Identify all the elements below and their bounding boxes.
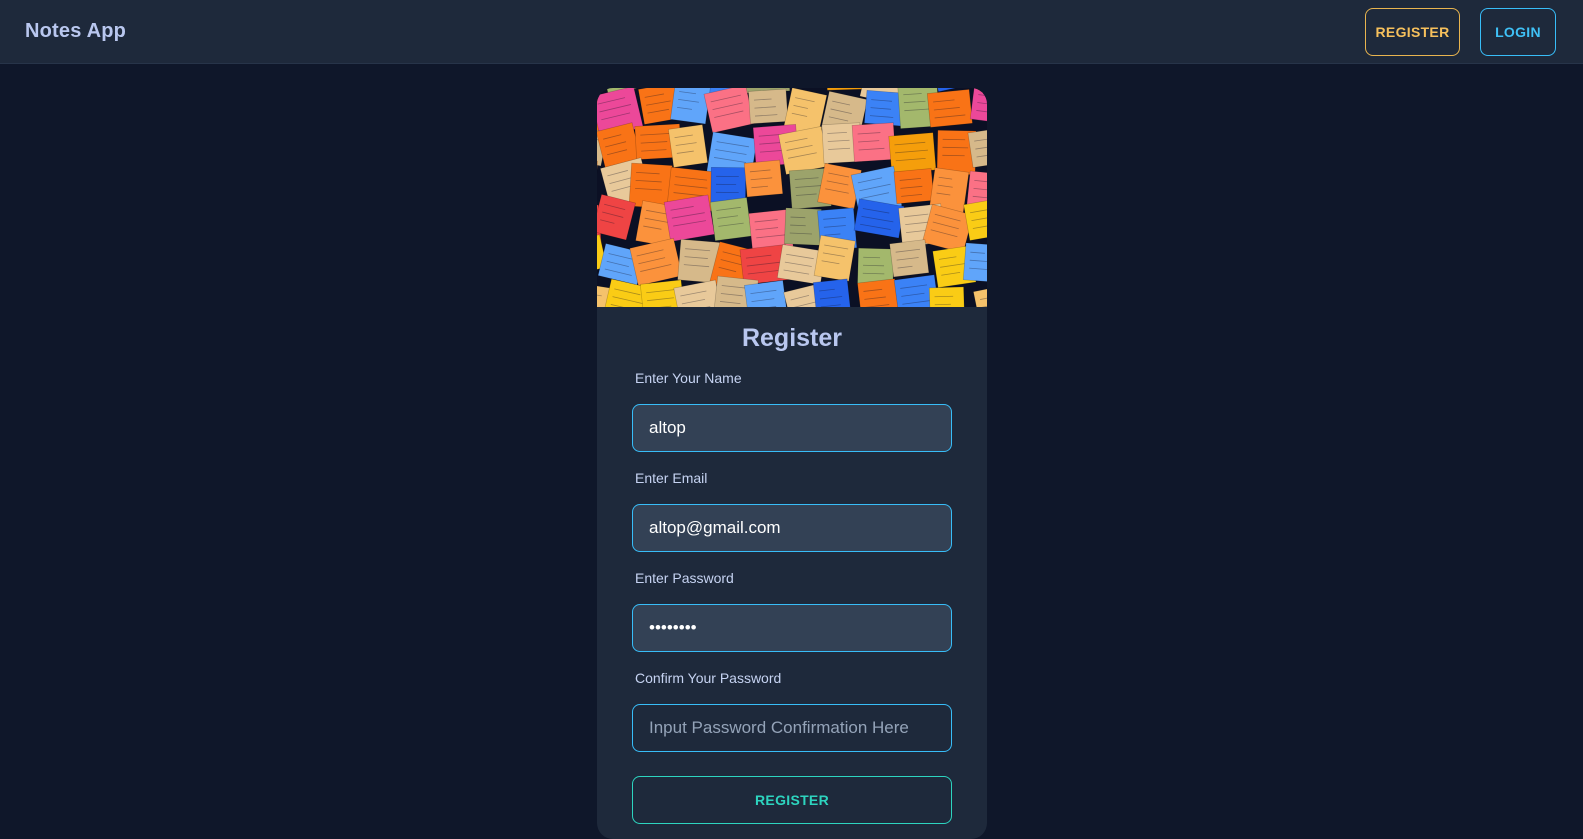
sticky-note	[597, 158, 598, 200]
confirm-password-label: Confirm Your Password	[635, 670, 782, 686]
sticky-note	[710, 166, 747, 204]
sticky-note	[812, 278, 852, 307]
sticky-note	[748, 88, 789, 125]
sticky-note	[744, 280, 789, 307]
sticky-note	[597, 88, 599, 89]
sticky-note	[857, 278, 900, 307]
sticky-note	[629, 237, 683, 287]
register-submit-button[interactable]: REGISTER	[632, 776, 952, 824]
nav-login-button[interactable]: LOGIN	[1480, 8, 1556, 56]
sticky-note	[663, 194, 715, 242]
sticky-note	[784, 207, 822, 246]
sticky-notes-illustration	[597, 88, 987, 307]
register-card: Register Enter Your Name Enter Email Ent…	[597, 88, 987, 839]
sticky-note	[668, 124, 709, 168]
confirm-password-input[interactable]	[632, 704, 952, 752]
sticky-note	[969, 88, 987, 125]
name-input[interactable]	[632, 404, 952, 452]
app-brand[interactable]: Notes App	[25, 20, 126, 43]
sticky-note	[888, 132, 937, 174]
sticky-note	[926, 89, 973, 128]
name-label: Enter Your Name	[635, 370, 742, 386]
sticky-note	[962, 242, 987, 283]
sticky-note	[893, 168, 935, 205]
sticky-note	[703, 88, 755, 134]
sticky-note	[889, 239, 930, 278]
sticky-note	[928, 286, 965, 307]
sticky-note	[709, 197, 752, 242]
hero-image	[597, 88, 987, 307]
top-navbar: Notes App REGISTER LOGIN	[0, 0, 1583, 64]
sticky-note	[743, 159, 784, 198]
form-title: Register	[741, 324, 843, 352]
email-label: Enter Email	[635, 470, 708, 486]
sticky-note	[973, 282, 987, 307]
password-label: Enter Password	[635, 570, 734, 586]
sticky-note	[670, 88, 711, 125]
email-input[interactable]	[632, 504, 952, 552]
sticky-note	[778, 126, 830, 175]
sticky-note	[813, 234, 856, 282]
nav-register-button[interactable]: REGISTER	[1365, 8, 1460, 56]
password-input[interactable]	[632, 604, 952, 652]
